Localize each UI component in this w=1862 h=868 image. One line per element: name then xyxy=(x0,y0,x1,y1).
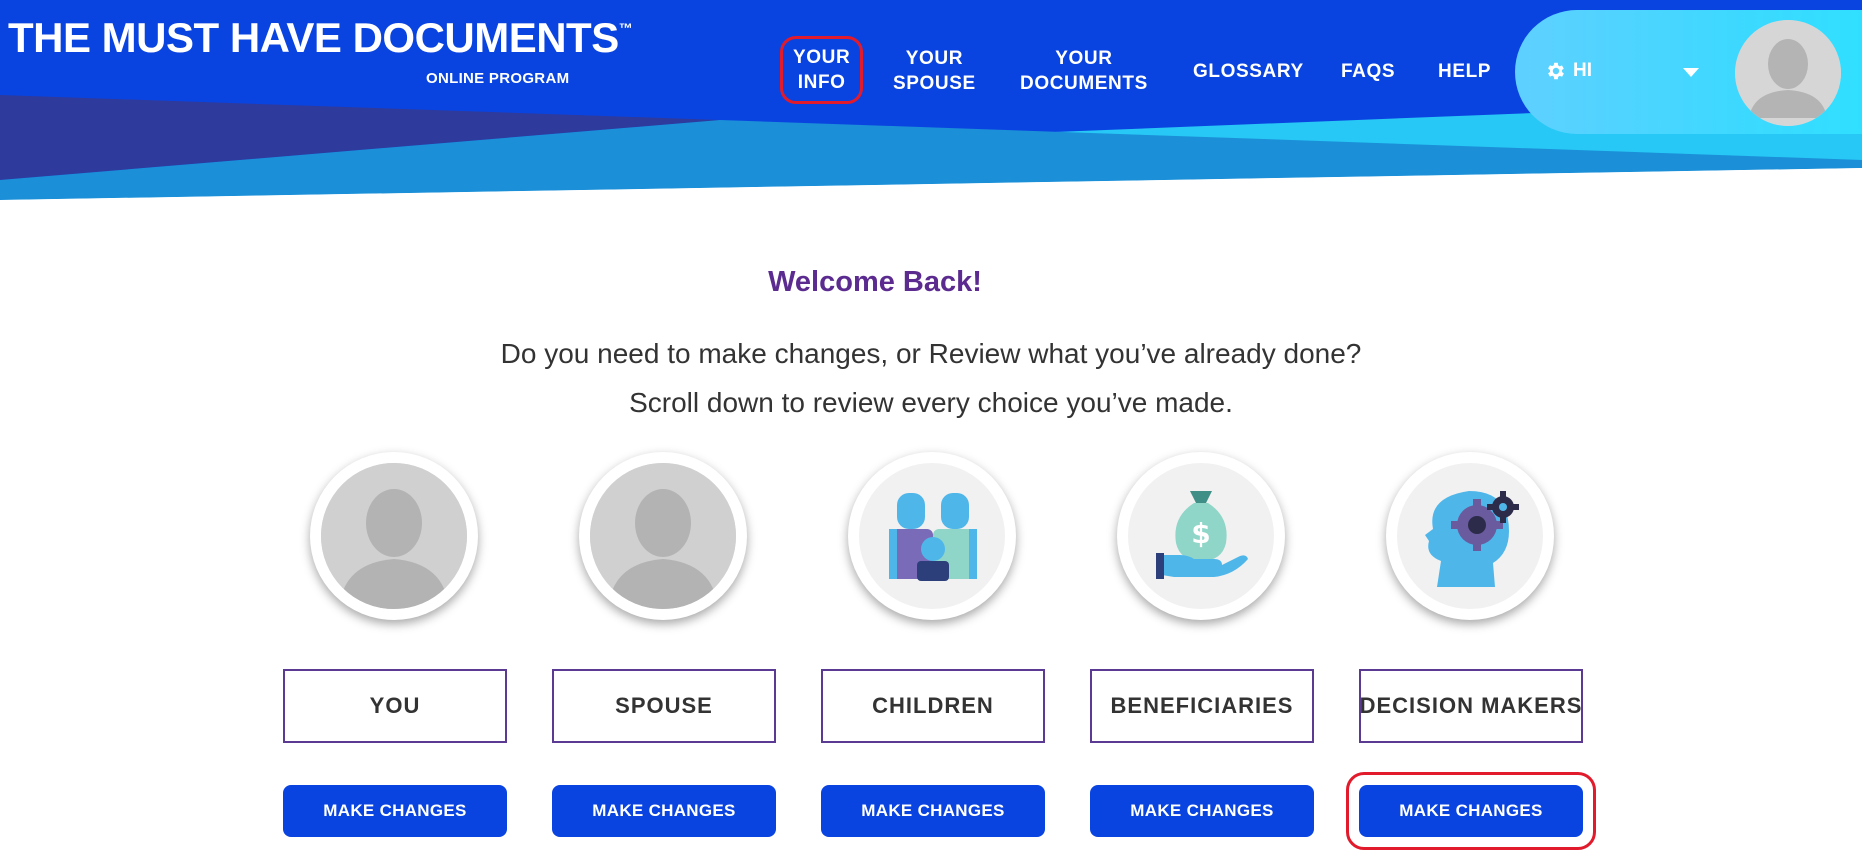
card-you-image xyxy=(310,452,478,620)
page-title: Welcome Back! xyxy=(768,266,982,298)
card-decision-makers-label: DECISION MAKERS xyxy=(1359,669,1583,743)
brand-title: THE MUST HAVE DOCUMENTS™ xyxy=(8,14,633,61)
nav-help[interactable]: HELP xyxy=(1438,59,1491,84)
person-silhouette-icon xyxy=(1735,20,1841,126)
make-changes-children-button[interactable]: MAKE CHANGES xyxy=(821,785,1045,837)
make-changes-spouse-button[interactable]: MAKE CHANGES xyxy=(552,785,776,837)
avatar[interactable] xyxy=(1735,20,1841,126)
make-changes-beneficiaries-button[interactable]: MAKE CHANGES xyxy=(1090,785,1314,837)
nav-glossary[interactable]: GLOSSARY xyxy=(1193,59,1304,84)
intro-line-1: Do you need to make changes, or Review w… xyxy=(500,338,1362,369)
nav-your-info[interactable]: YOUR INFO xyxy=(780,36,864,104)
money-bag-hand-icon: $ xyxy=(1156,491,1248,579)
brand-logo[interactable]: THE MUST HAVE DOCUMENTS™ ONLINE PROGRAM xyxy=(8,14,633,87)
head-gear-icon xyxy=(1425,491,1519,587)
card-beneficiaries-image: $ xyxy=(1117,452,1285,620)
intro-line-2: Scroll down to review every choice you’v… xyxy=(629,387,1233,418)
nav-faqs[interactable]: FAQS xyxy=(1341,59,1395,84)
card-children-label: CHILDREN xyxy=(821,669,1045,743)
card-children-image xyxy=(848,452,1016,620)
user-greeting: HI xyxy=(1573,60,1592,81)
site-header: THE MUST HAVE DOCUMENTS™ ONLINE PROGRAM … xyxy=(0,0,1862,210)
nav-your-documents[interactable]: YOUR DOCUMENTS xyxy=(1020,46,1148,96)
card-you-label: YOU xyxy=(283,669,507,743)
brand-subtitle: ONLINE PROGRAM xyxy=(426,70,570,87)
user-menu-toggle[interactable]: HI xyxy=(1545,60,1592,82)
card-spouse-image xyxy=(579,452,747,620)
make-changes-decision-makers-button[interactable]: MAKE CHANGES xyxy=(1359,785,1583,837)
person-silhouette-icon xyxy=(590,463,736,609)
card-decision-makers-image xyxy=(1386,452,1554,620)
gear-icon xyxy=(1548,62,1564,80)
card-beneficiaries-label: BENEFICIARIES xyxy=(1090,669,1314,743)
nav-your-spouse[interactable]: YOUR SPOUSE xyxy=(893,46,976,96)
chevron-down-icon[interactable] xyxy=(1683,68,1699,77)
svg-text:$: $ xyxy=(1191,517,1210,550)
card-spouse-label: SPOUSE xyxy=(552,669,776,743)
make-changes-you-button[interactable]: MAKE CHANGES xyxy=(283,785,507,837)
person-silhouette-icon xyxy=(321,463,467,609)
family-icon xyxy=(889,493,977,581)
